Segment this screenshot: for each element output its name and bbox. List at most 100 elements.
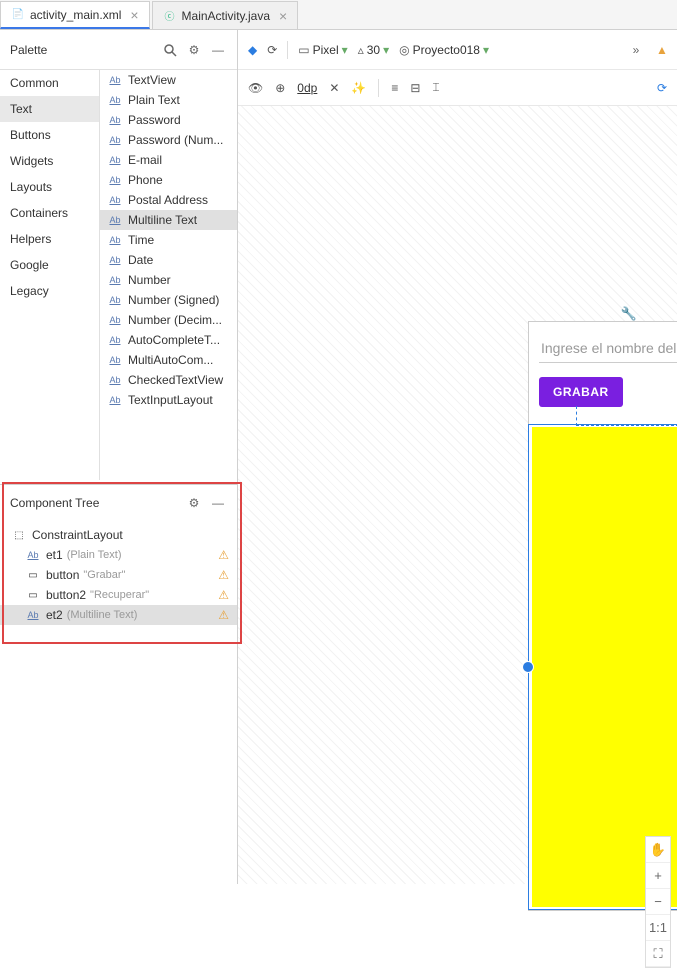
- zoom-in[interactable]: +: [646, 863, 670, 889]
- pan-tool[interactable]: ✋: [646, 837, 670, 863]
- zoom-out[interactable]: −: [646, 889, 670, 915]
- autoconnect-icon[interactable]: ⊕: [275, 81, 285, 95]
- category-legacy[interactable]: Legacy: [0, 278, 99, 304]
- widget-label: CheckedTextView: [128, 373, 223, 387]
- widget-item[interactable]: AbTextInputLayout: [100, 390, 237, 410]
- widget-item[interactable]: AbTextView: [100, 70, 237, 90]
- text-input-preview[interactable]: Ingrese el nombre del archivo: [539, 334, 677, 363]
- left-panel: Palette ⚙ — CommonTextButtonsWidgetsLayo…: [0, 30, 238, 884]
- widget-item[interactable]: Ab Number (Decim...: [100, 310, 237, 330]
- widget-label: Date: [128, 253, 153, 267]
- tree-root-label: ConstraintLayout: [32, 528, 123, 542]
- widget-label: Password: [128, 113, 181, 127]
- category-helpers[interactable]: Helpers: [0, 226, 99, 252]
- component-tree-section: Component Tree ⚙ — ⬚ ConstraintLayout Ab…: [0, 484, 237, 629]
- widget-item[interactable]: AbPhone: [100, 170, 237, 190]
- component-tree-title: Component Tree: [10, 496, 179, 510]
- search-icon[interactable]: [161, 41, 179, 59]
- palette-widgets: AbTextViewAbPlain Text Ab Password AbPasswo…: [100, 70, 237, 480]
- text-widget-icon: Ab: [108, 353, 122, 367]
- widget-label: E-mail: [128, 153, 162, 167]
- refresh-icon[interactable]: ⟳: [653, 79, 671, 97]
- align-icon[interactable]: ≡: [391, 81, 398, 95]
- widget-item[interactable]: AbNumber (Signed): [100, 290, 237, 310]
- collapse-icon[interactable]: —: [209, 41, 227, 59]
- widget-item[interactable]: AbPassword (Num...: [100, 130, 237, 150]
- text-widget-icon: Ab: [108, 373, 122, 387]
- design-mode-icon[interactable]: ◆: [248, 43, 257, 57]
- infer-constraints-icon[interactable]: ✨: [351, 81, 366, 95]
- warning-icon[interactable]: ▲: [653, 41, 671, 59]
- widget-item[interactable]: AbAutoCompleteT...: [100, 330, 237, 350]
- warning-icon[interactable]: ⚠: [218, 588, 229, 602]
- tab-activity-main[interactable]: 📄 activity_main.xml ×: [0, 1, 150, 29]
- widget-label: Postal Address: [128, 193, 208, 207]
- tree-item-label: et2(Multiline Text): [46, 608, 212, 622]
- category-common[interactable]: Common: [0, 70, 99, 96]
- wrench-icon[interactable]: 🔧: [621, 306, 637, 322]
- tree-item-et2[interactable]: Abet2(Multiline Text)⚠: [0, 605, 237, 625]
- tab-main-activity[interactable]: ⓒ MainActivity.java ×: [152, 1, 299, 29]
- tab-label: MainActivity.java: [182, 9, 270, 23]
- close-icon[interactable]: ×: [130, 7, 138, 23]
- tree-root[interactable]: ⬚ ConstraintLayout: [0, 525, 237, 545]
- device-selector[interactable]: ▭ Pixel ▾: [298, 43, 347, 57]
- text-widget-icon: Ab: [108, 333, 122, 347]
- widget-label: Number: [128, 273, 171, 287]
- tree-item-button2[interactable]: ▭button2"Recuperar"⚠: [0, 585, 237, 605]
- zoom-actual[interactable]: 1:1: [646, 915, 670, 941]
- device-canvas[interactable]: 🔧 Ingrese el nombre del archivo GRABAR R…: [238, 106, 677, 884]
- theme-selector[interactable]: ◎ Proyecto018 ▾: [399, 43, 489, 57]
- widget-item[interactable]: AbPostal Address: [100, 190, 237, 210]
- zoom-fit[interactable]: ⛶: [646, 941, 670, 967]
- widget-item[interactable]: Ab Date: [100, 250, 237, 270]
- tree-item-et1[interactable]: Abet1(Plain Text)⚠: [0, 545, 237, 565]
- widget-label: Multiline Text: [128, 213, 197, 227]
- widget-item[interactable]: AbPlain Text: [100, 90, 237, 110]
- tab-label: activity_main.xml: [30, 8, 121, 22]
- selection-handle-left[interactable]: [522, 661, 534, 673]
- warning-icon[interactable]: ⚠: [218, 608, 229, 622]
- warning-icon[interactable]: ⚠: [218, 568, 229, 582]
- widget-item[interactable]: AbNumber: [100, 270, 237, 290]
- clear-constraints-icon[interactable]: ✕: [329, 81, 339, 95]
- widget-item[interactable]: Ab Password: [100, 110, 237, 130]
- gear-icon[interactable]: ⚙: [185, 494, 203, 512]
- category-google[interactable]: Google: [0, 252, 99, 278]
- widget-item[interactable]: Ab CheckedTextView: [100, 370, 237, 390]
- widget-item[interactable]: AbE-mail: [100, 150, 237, 170]
- tree-item-button[interactable]: ▭button"Grabar"⚠: [0, 565, 237, 585]
- text-widget-icon: Ab: [108, 313, 122, 327]
- api-selector[interactable]: ▵ 30 ▾: [358, 43, 389, 57]
- design-toolbar-1: ◆ ⟳ ▭ Pixel ▾ ▵ 30 ▾ ◎ Proyecto018 ▾ » ▲: [238, 30, 677, 70]
- gear-icon[interactable]: ⚙: [185, 41, 203, 59]
- widget-item[interactable]: AbTime: [100, 230, 237, 250]
- category-layouts[interactable]: Layouts: [0, 174, 99, 200]
- category-buttons[interactable]: Buttons: [0, 122, 99, 148]
- text-widget-icon: Ab: [108, 233, 122, 247]
- xml-file-icon: 📄: [11, 8, 25, 22]
- category-containers[interactable]: Containers: [0, 200, 99, 226]
- visibility-icon[interactable]: 👁: [248, 81, 263, 95]
- grabar-button[interactable]: GRABAR: [539, 377, 623, 407]
- text-widget-icon: Ab: [108, 113, 122, 127]
- editor-tabs: 📄 activity_main.xml × ⓒ MainActivity.jav…: [0, 0, 677, 30]
- widget-item[interactable]: AbMultiAutoCom...: [100, 350, 237, 370]
- widget-label: Number (Decim...: [128, 313, 222, 327]
- category-text[interactable]: Text: [0, 96, 99, 122]
- close-icon[interactable]: ×: [279, 8, 287, 24]
- text-widget-icon: Ab: [108, 253, 122, 267]
- guideline-icon[interactable]: ⌶: [432, 80, 439, 95]
- orientation-icon[interactable]: ⟳: [267, 43, 277, 57]
- warning-icon[interactable]: ⚠: [218, 548, 229, 562]
- category-widgets[interactable]: Widgets: [0, 148, 99, 174]
- more-icon[interactable]: »: [627, 41, 645, 59]
- default-margin[interactable]: 0dp: [297, 81, 317, 95]
- palette-categories: CommonTextButtonsWidgetsLayoutsContainer…: [0, 70, 100, 480]
- component-icon: ▭: [26, 568, 40, 582]
- component-tree-body: ⬚ ConstraintLayout Abet1(Plain Text)⚠▭bu…: [0, 521, 237, 629]
- component-tree-header: Component Tree ⚙ —: [0, 485, 237, 521]
- widget-item[interactable]: AbMultiline Text: [100, 210, 237, 230]
- align-icon-2[interactable]: ⊟: [410, 81, 420, 95]
- collapse-icon[interactable]: —: [209, 494, 227, 512]
